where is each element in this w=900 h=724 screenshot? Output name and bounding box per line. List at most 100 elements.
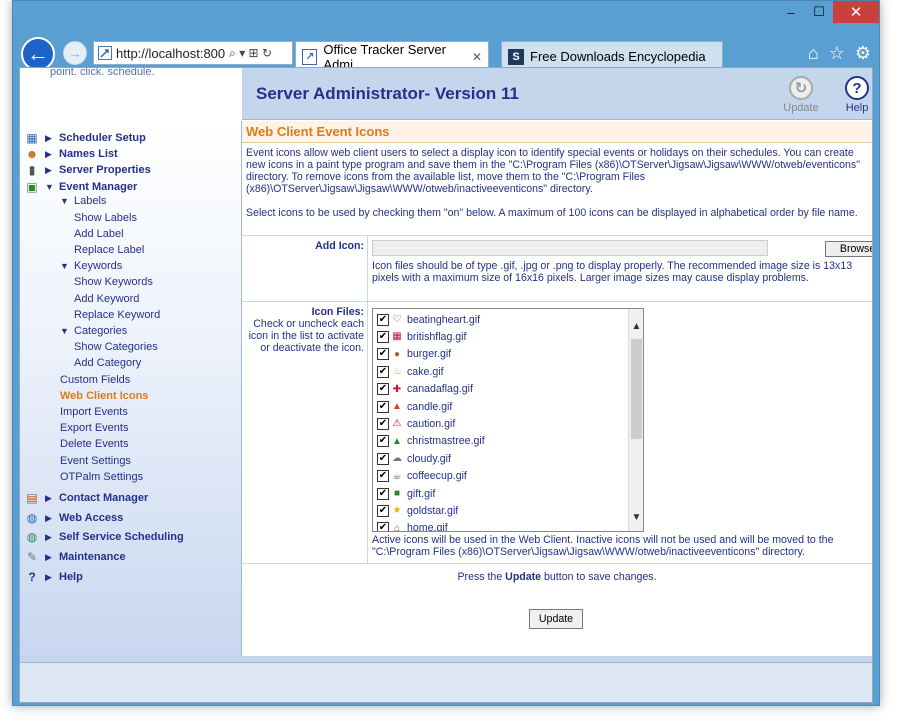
sidebar-item-show-labels[interactable]: Show Labels: [74, 212, 137, 224]
browser-toolbar: ← → http://localhost:800 ⌕ ▾ ⊞ ↻ ↗ Offic…: [13, 27, 879, 72]
header-update-button[interactable]: ↻ Update: [778, 76, 824, 114]
expand-arrow-icon: ▶: [45, 531, 52, 542]
sidebar-item-keywords[interactable]: ▼ Keywords: [60, 260, 122, 272]
settings-gear-icon[interactable]: ⚙: [855, 43, 871, 64]
favorites-star-icon[interactable]: ☆: [829, 43, 845, 64]
help-question-icon: ?: [845, 76, 869, 100]
sidebar-item-replace-keyword[interactable]: Replace Keyword: [74, 309, 160, 321]
close-button[interactable]: ✕: [833, 1, 879, 23]
sidebar-item-show-categories[interactable]: Show Categories: [74, 341, 158, 353]
scroll-up-icon[interactable]: ▲: [629, 321, 643, 336]
icon-checkbox[interactable]: ✔: [377, 383, 389, 396]
sidebar-item-show-keywords[interactable]: Show Keywords: [74, 276, 153, 288]
sidebar-item-add-label[interactable]: Add Label: [74, 228, 124, 240]
icon-files-listbox[interactable]: ✔ ⌂ home.gif ✔ ★ goldstar.gif ✔ ■ gift.gif ✔ ☕ coff…: [372, 308, 644, 532]
sidebar-item-delete-events[interactable]: Delete Events: [60, 438, 128, 450]
icon-checkbox[interactable]: ✔: [377, 452, 389, 465]
sidebar-item-add-keyword[interactable]: Add Keyword: [74, 293, 139, 305]
sidebar-item-custom-fields[interactable]: Custom Fields: [60, 374, 130, 386]
people-icon: ☻: [25, 147, 39, 161]
globe-user-icon: ◍: [26, 530, 38, 544]
header-help-button[interactable]: ? Help: [834, 76, 872, 114]
icon-list-item[interactable]: ✔ ● burger.gif: [377, 346, 451, 363]
icon-list-item[interactable]: ✔ ☁ cloudy.gif: [377, 450, 451, 467]
sidebar-item-event-manager[interactable]: ▣ ▼ Event Manager: [24, 179, 137, 195]
add-icon-row: Add Icon: Browse... Icon files should be…: [242, 235, 872, 301]
tab-title: Free Downloads Encyclopedia: [530, 49, 706, 64]
home-icon[interactable]: ⌂: [808, 43, 819, 64]
icon-file-name: britishflag.gif: [407, 330, 467, 343]
browse-button[interactable]: Browse...: [825, 241, 872, 257]
icon-checkbox[interactable]: ✔: [377, 400, 389, 413]
minimize-button[interactable]: –: [777, 1, 805, 23]
update-button[interactable]: Update: [529, 609, 583, 629]
icon-file-name: coffeecup.gif: [407, 470, 467, 483]
icon-checkbox[interactable]: ✔: [377, 504, 389, 517]
forward-button[interactable]: →: [63, 41, 87, 65]
sidebar-item-import-events[interactable]: Import Events: [60, 406, 128, 418]
icon-files-label: Icon Files: Check or uncheck each icon in…: [248, 306, 364, 354]
sidebar-item-server-properties[interactable]: ▮ ▶ Server Properties: [24, 162, 151, 178]
sidebar-item-add-category[interactable]: Add Category: [74, 357, 141, 369]
sidebar-item-self-service[interactable]: ◍ ▶ Self Service Scheduling: [24, 529, 184, 545]
icon-file-name: home.gif: [407, 522, 448, 532]
globe-icon: ◍: [26, 511, 38, 525]
sidebar-label: Scheduler Setup: [59, 132, 146, 144]
sidebar-item-contact-manager[interactable]: ▤ ▶ Contact Manager: [24, 490, 148, 506]
icon-list-item[interactable]: ✔ ⚠ caution.gif: [377, 415, 455, 432]
icon-checkbox[interactable]: ✔: [377, 313, 389, 326]
sidebar-item-names-list[interactable]: ☻ ▶ Names List: [24, 146, 118, 162]
icon-list-item[interactable]: ✔ ✚ canadaflag.gif: [377, 381, 473, 398]
icon-checkbox[interactable]: ✔: [377, 365, 389, 378]
icon-list-item[interactable]: ✔ ⌂ home.gif: [377, 520, 448, 532]
address-text: http://localhost:800: [116, 45, 226, 61]
address-controls-icon[interactable]: ⌕ ▾ ⊞ ↻: [229, 46, 272, 61]
sidebar-item-help[interactable]: ? ▶ Help: [24, 569, 83, 585]
icon-list-item[interactable]: ✔ ♡ beatingheart.gif: [377, 311, 480, 328]
sidebar-item-maintenance[interactable]: ✎ ▶ Maintenance: [24, 549, 126, 565]
icon-list-item[interactable]: ✔ ▲ candle.gif: [377, 398, 452, 415]
tab-close-icon[interactable]: ✕: [472, 50, 482, 64]
icon-file-name: cloudy.gif: [407, 452, 451, 465]
icon-list-item[interactable]: ✔ ▦ britishflag.gif: [377, 328, 466, 345]
icon-file-name: cake.gif: [407, 365, 444, 378]
sidebar-item-otpalm-settings[interactable]: OTPalm Settings: [60, 471, 143, 483]
icon-list-item[interactable]: ✔ ★ goldstar.gif: [377, 502, 458, 519]
page-title: Server Administrator- Version 11: [256, 84, 519, 103]
sidebar-item-export-events[interactable]: Export Events: [60, 422, 128, 434]
event-icon: ☁: [392, 453, 402, 465]
section-title: Web Client Event Icons: [242, 121, 872, 143]
icon-file-name: burger.gif: [407, 348, 452, 361]
icon-checkbox[interactable]: ✔: [377, 470, 389, 483]
scroll-thumb[interactable]: [631, 339, 642, 439]
server-icon: ▮: [28, 163, 36, 177]
icon-checkbox[interactable]: ✔: [377, 348, 389, 361]
icon-file-name: canadaflag.gif: [407, 383, 473, 396]
icon-list-item[interactable]: ✔ ♨ cake.gif: [377, 363, 444, 380]
expand-arrow-icon: ▶: [45, 512, 52, 523]
icon-list-item[interactable]: ✔ ■ gift.gif: [377, 485, 435, 502]
sidebar-item-replace-label[interactable]: Replace Label: [74, 244, 144, 256]
icon-file-input[interactable]: Browse...: [372, 240, 872, 257]
update-refresh-icon: ↻: [789, 76, 813, 100]
icon-checkbox[interactable]: ✔: [377, 487, 389, 500]
maximize-button[interactable]: ☐: [805, 1, 833, 23]
address-bar[interactable]: http://localhost:800 ⌕ ▾ ⊞ ↻: [93, 41, 293, 65]
listbox-scrollbar[interactable]: ▲ ▼: [628, 309, 643, 531]
scroll-down-icon[interactable]: ▼: [629, 512, 643, 527]
sidebar-item-web-client-icons[interactable]: Web Client Icons: [60, 390, 148, 402]
sidebar-nav: ▦ ▶ Scheduler Setup ☻ ▶ Names List ▮ ▶ Server …: [20, 121, 242, 656]
icon-checkbox[interactable]: ✔: [377, 522, 389, 531]
icon-list-item[interactable]: ✔ ▲ christmastree.gif: [377, 433, 485, 450]
icon-list-item[interactable]: ✔ ☕ coffeecup.gif: [377, 468, 467, 485]
icon-checkbox[interactable]: ✔: [377, 417, 389, 430]
event-icon: ⚠: [392, 418, 402, 430]
sidebar-item-web-access[interactable]: ◍ ▶ Web Access: [24, 510, 123, 526]
icon-checkbox[interactable]: ✔: [377, 330, 389, 343]
icon-checkbox[interactable]: ✔: [377, 435, 389, 448]
sidebar-item-labels[interactable]: ▼ Labels: [60, 195, 106, 207]
sidebar-item-categories[interactable]: ▼ Categories: [60, 325, 127, 337]
back-button[interactable]: ←: [21, 37, 55, 71]
sidebar-item-scheduler-setup[interactable]: ▦ ▶ Scheduler Setup: [24, 130, 146, 146]
sidebar-item-event-settings[interactable]: Event Settings: [60, 455, 131, 467]
